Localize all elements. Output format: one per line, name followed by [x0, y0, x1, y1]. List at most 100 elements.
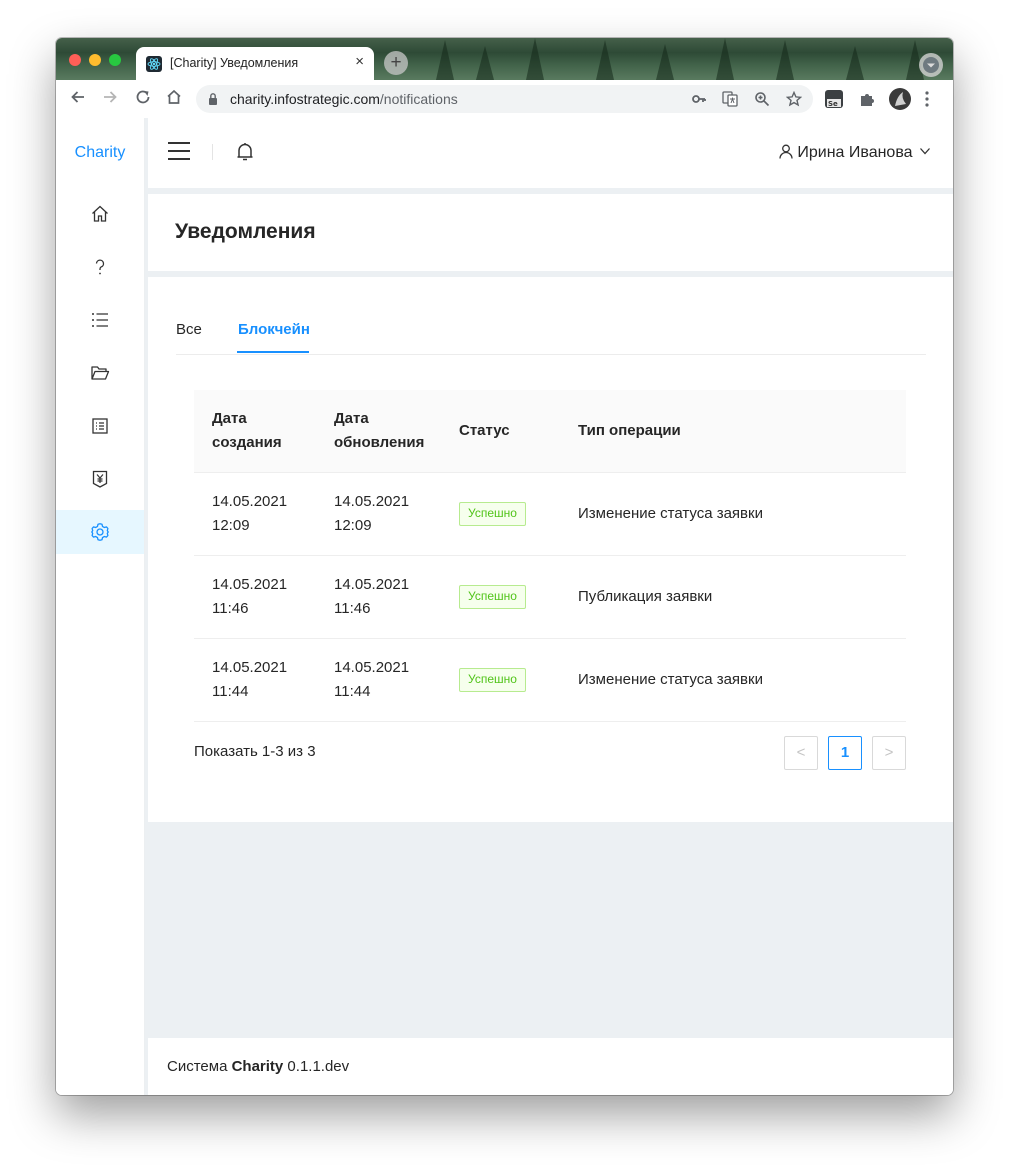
url-path: /notifications [379, 91, 458, 107]
updated-cell: 14.05.2021 11:44 [334, 656, 409, 704]
background-tree [526, 38, 544, 80]
background-tree [596, 40, 614, 80]
pagination-next-button[interactable]: > [872, 736, 906, 770]
app-layout: Charity Ирина Иванова Уведомления Все Бл… [56, 118, 953, 1095]
sidebar-item-list[interactable] [56, 298, 144, 342]
background-tree [846, 46, 864, 80]
operation-cell: Публикация заявки [578, 588, 713, 605]
page-title: Уведомления [175, 220, 316, 243]
sidebar-item-folders[interactable] [56, 351, 144, 395]
status-badge: Успешно [459, 585, 526, 609]
background-tree [476, 46, 494, 80]
table-row[interactable]: 14.05.2021 11:44 14.05.2021 11:44 Успешн… [194, 639, 906, 722]
key-icon[interactable] [691, 91, 707, 107]
browser-tab[interactable]: [Charity] Уведомления × [136, 47, 374, 80]
selenium-extension-icon[interactable]: Se [825, 90, 843, 108]
back-button[interactable] [67, 88, 89, 110]
profile-icon [92, 418, 108, 434]
question-icon [95, 259, 105, 275]
chevron-down-icon [920, 148, 930, 155]
tab-close-icon[interactable]: × [355, 53, 364, 70]
menu-fold-icon[interactable] [168, 142, 190, 160]
forward-button[interactable] [99, 88, 121, 110]
footer-prefix: Система [167, 1058, 232, 1075]
background-tree [656, 44, 674, 80]
updated-date: 14.05.2021 [334, 493, 410, 510]
footer-version: 0.1.1.dev [283, 1058, 350, 1075]
star-icon[interactable] [785, 90, 803, 107]
reload-button[interactable] [132, 88, 154, 110]
user-menu[interactable]: Ирина Иванова [779, 144, 935, 162]
bell-icon[interactable] [236, 142, 254, 162]
created-date: 14.05.2021 [212, 659, 288, 676]
browser-window: [Charity] Уведомления × + charity.infost… [56, 38, 953, 1095]
updated-time: 11:46 [334, 600, 371, 617]
created-date: 14.05.2021 [212, 576, 288, 593]
close-window-button[interactable] [69, 54, 81, 66]
list-icon [92, 313, 108, 327]
table-header: Дата создания Дата обновления Статус Тип… [194, 390, 906, 473]
react-favicon-icon [146, 56, 162, 72]
new-tab-button[interactable]: + [384, 51, 408, 75]
pagination-page-1[interactable]: 1 [828, 736, 862, 770]
table-row[interactable]: 14.05.2021 11:46 14.05.2021 11:46 Успешн… [194, 556, 906, 639]
pagination-prev-button[interactable]: < [784, 736, 818, 770]
created-time: 11:44 [212, 683, 249, 700]
column-header-updated-line2: обновления [334, 434, 425, 451]
background-tree [436, 40, 454, 80]
folder-open-icon [91, 366, 110, 380]
tab-blockchain[interactable]: Блокчейн [238, 321, 310, 338]
column-header-operation[interactable]: Тип операции [578, 419, 681, 443]
sidebar-item-home[interactable] [56, 192, 144, 236]
app-footer: Система Charity 0.1.1.dev [148, 1038, 953, 1095]
home-button[interactable] [163, 88, 185, 110]
footer-text: Система Charity 0.1.1.dev [167, 1058, 349, 1075]
translate-icon[interactable] [722, 91, 738, 107]
background-tree [776, 40, 794, 80]
column-header-updated-line1: Дата [334, 410, 369, 427]
extensions-puzzle-icon[interactable] [858, 90, 876, 108]
zoom-window-button[interactable] [109, 54, 121, 66]
setting-icon [91, 523, 109, 541]
column-header-created[interactable]: Дата создания [212, 407, 282, 455]
created-cell: 14.05.2021 11:46 [212, 573, 287, 621]
zoom-icon[interactable] [754, 91, 770, 107]
column-header-created-line1: Дата [212, 410, 247, 427]
footer-brand: Charity [231, 1058, 284, 1075]
sidebar-item-settings[interactable] [56, 510, 144, 554]
reload-icon [136, 90, 150, 104]
app-header: Ирина Иванова [148, 118, 953, 188]
url-host: charity.infostrategic.com [230, 91, 380, 107]
status-badge: Успешно [459, 668, 526, 692]
created-time: 11:46 [212, 600, 249, 617]
tab-all[interactable]: Все [176, 321, 202, 338]
sidebar: Charity [56, 118, 145, 1095]
column-header-status[interactable]: Статус [459, 419, 510, 443]
address-bar[interactable]: charity.infostrategic.com/notifications [196, 85, 813, 113]
status-badge: Успешно [459, 502, 526, 526]
updated-date: 14.05.2021 [334, 659, 410, 676]
sidebar-item-finance[interactable] [56, 457, 144, 501]
created-cell: 14.05.2021 12:09 [212, 490, 287, 538]
browser-menu-icon[interactable] [922, 90, 932, 108]
arrow-right-icon [104, 91, 117, 103]
tab-title: [Charity] Уведомления [170, 56, 299, 70]
app-logo[interactable]: Charity [56, 144, 144, 162]
svg-text:Se: Se [828, 100, 838, 108]
table-row[interactable]: 14.05.2021 12:09 14.05.2021 12:09 Успешн… [194, 473, 906, 556]
sidebar-item-help[interactable] [56, 245, 144, 289]
minimize-window-button[interactable] [89, 54, 101, 66]
operation-cell: Изменение статуса заявки [578, 671, 763, 688]
url-text: charity.infostrategic.com/notifications [230, 91, 458, 107]
chevron-down-icon [923, 57, 939, 73]
notification-tabs: Все Блокчейн [176, 319, 926, 355]
updated-cell: 14.05.2021 12:09 [334, 490, 409, 538]
updated-time: 12:09 [334, 517, 372, 534]
page-header: Уведомления [148, 194, 953, 271]
tab-search-button[interactable] [919, 53, 943, 77]
arrow-left-icon [71, 91, 84, 103]
profile-avatar-icon[interactable] [889, 88, 911, 110]
sidebar-item-profile[interactable] [56, 404, 144, 448]
column-header-updated[interactable]: Дата обновления [334, 407, 424, 455]
header-divider [212, 144, 213, 160]
